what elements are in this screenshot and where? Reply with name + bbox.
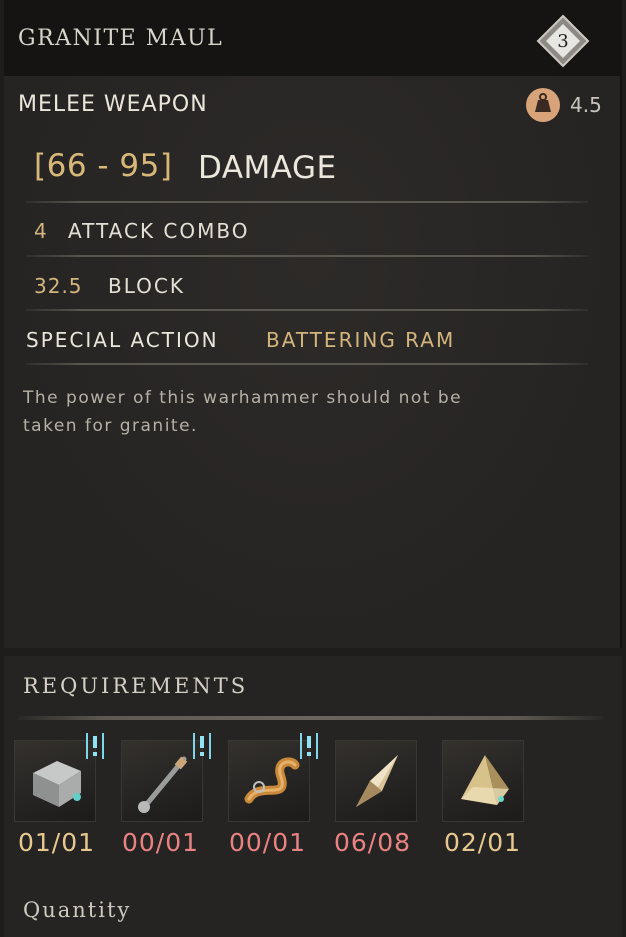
weight-icon (526, 88, 560, 122)
divider (26, 363, 588, 365)
divider (26, 255, 588, 257)
weight-value: 4.5 (570, 93, 602, 117)
damage-label: DAMAGE (198, 150, 337, 186)
requirements-divider (18, 716, 604, 720)
quantity-label: Quantity (23, 898, 132, 922)
requirement-slot[interactable] (442, 740, 524, 822)
divider (26, 201, 588, 203)
combo-value: 4 (34, 219, 48, 243)
tier-number: 3 (557, 30, 569, 52)
pyramid-gem-icon (461, 755, 509, 805)
alert-icon (193, 733, 211, 759)
item-type: MELEE WEAPON (18, 92, 208, 117)
tier-badge: 3 (536, 14, 590, 68)
item-name: GRANITE MAUL (18, 26, 224, 51)
alert-icon (86, 733, 104, 759)
crystal-shard-icon (356, 755, 398, 807)
requirement-count: 00/01 (229, 828, 307, 857)
description-line: taken for granite. (23, 416, 198, 436)
divider (26, 309, 588, 311)
item-description: The power of this warhammer should not b… (23, 384, 583, 440)
damage-range: [66 - 95] (34, 148, 173, 184)
requirement-count: 06/08 (334, 828, 412, 857)
requirement-count: 02/01 (444, 828, 522, 857)
requirements-title: REQUIREMENTS (23, 674, 249, 698)
combo-label: ATTACK COMBO (68, 219, 250, 243)
block-value: 32.5 (34, 274, 83, 298)
description-line: The power of this warhammer should not b… (23, 388, 463, 408)
requirement-count: 00/01 (122, 828, 200, 857)
alert-icon (300, 733, 318, 759)
requirement-slot[interactable] (335, 740, 417, 822)
special-action-label: SPECIAL ACTION (26, 328, 219, 352)
special-action-value: BATTERING RAM (266, 328, 456, 352)
block-label: BLOCK (108, 274, 185, 298)
requirement-count: 01/01 (18, 828, 96, 857)
